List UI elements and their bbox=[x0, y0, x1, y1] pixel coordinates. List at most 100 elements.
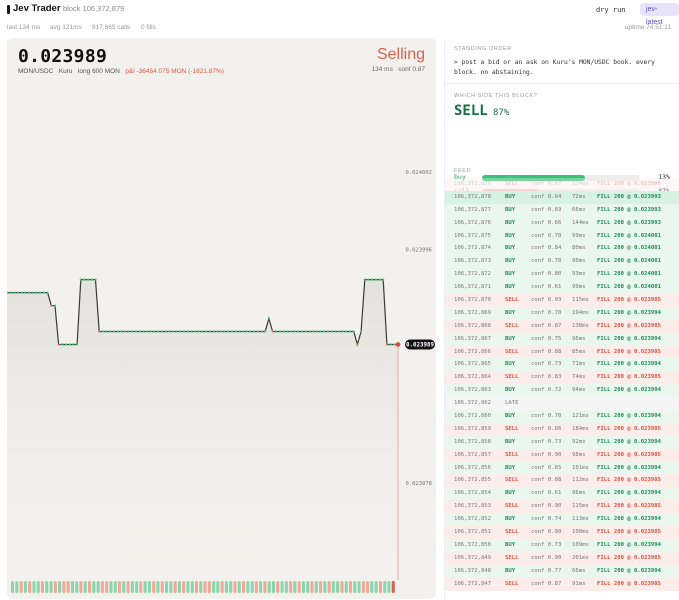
feed-side: BUY bbox=[505, 541, 516, 548]
feed-fill: FILL 200 @ 0.023994 bbox=[597, 387, 661, 394]
feed-row[interactable]: 106,372,862 LATE bbox=[445, 397, 679, 411]
feed-block: 106,372,851 bbox=[454, 529, 492, 536]
price-point bbox=[190, 330, 193, 333]
price-point bbox=[127, 330, 130, 333]
feed-row[interactable]: 106,372,859 SELL conf 0.86 184ms FILL 200 @ … bbox=[445, 422, 679, 436]
price-point bbox=[249, 330, 252, 333]
feed-fill: FILL 200 @ 0.023985 bbox=[597, 477, 661, 484]
price-point bbox=[197, 330, 200, 333]
feed-row[interactable]: 106,372,858 BUY conf 0.73 92ms FILL 200 @ 0.… bbox=[445, 435, 679, 449]
feed-row[interactable]: 106,372,864 SELL conf 0.83 74ms FILL 200 @ 0… bbox=[445, 371, 679, 385]
feed-row[interactable]: 106,372,879 SELL conf 0.87 134ms FILL 200 @ … bbox=[445, 178, 679, 191]
feed-side: SELL bbox=[505, 374, 519, 381]
price-point bbox=[157, 330, 160, 333]
feed-row[interactable]: 106,372,851 SELL conf 0.90 100ms FILL 200 @ … bbox=[445, 526, 679, 539]
tick-strip-bar bbox=[310, 581, 314, 593]
price-point bbox=[289, 330, 293, 333]
price-point bbox=[212, 330, 215, 333]
tick-strip-bar bbox=[271, 581, 275, 593]
feed-conf: conf 0.72 bbox=[531, 387, 562, 394]
feed-latency: 194ms bbox=[572, 309, 589, 316]
price-point bbox=[253, 330, 256, 333]
feed-row[interactable]: 106,372,867 BUY conf 0.75 96ms FILL 200 @ 0.… bbox=[445, 332, 679, 346]
feed-side: LATE bbox=[505, 400, 519, 407]
feed-conf: conf 0.73 bbox=[531, 438, 562, 445]
price-point bbox=[76, 343, 79, 346]
price-point bbox=[149, 330, 152, 333]
feed-fill: FILL 200 @ 0.023994 bbox=[597, 516, 661, 523]
feed-block: 106,372,848 bbox=[454, 567, 492, 574]
feed-row[interactable]: 106,372,856 BUY conf 0.65 101ms FILL 200 @ 0… bbox=[445, 461, 679, 475]
feed-row[interactable]: 106,372,857 SELL conf 0.90 98ms FILL 200 @ 0… bbox=[445, 448, 679, 462]
price-point bbox=[260, 330, 263, 333]
feed-row[interactable]: 106,372,877 BUY conf 0.69 66ms FILL 200 @ 0.… bbox=[445, 203, 679, 217]
tick-strip-bar bbox=[113, 581, 117, 593]
price-point bbox=[282, 330, 285, 333]
tick-strip-bar bbox=[220, 581, 224, 593]
feed-row[interactable]: 106,372,848 BUY conf 0.77 66ms FILL 200 @ 0.… bbox=[445, 564, 679, 578]
app-title: Jev Trader bbox=[13, 3, 61, 14]
tick-strip-bar bbox=[387, 581, 391, 593]
feed-fill: FILL 200 @ 0.023985 bbox=[597, 374, 661, 381]
profile-badge-button[interactable]: jev-latest bbox=[640, 3, 679, 26]
feed-row[interactable]: 106,372,854 BUY conf 0.61 96ms FILL 200 @ 0.… bbox=[445, 487, 679, 501]
feed-block: 106,372,870 bbox=[454, 297, 492, 304]
feed-row[interactable]: 106,372,866 SELL conf 0.88 85ms FILL 200 @ 0… bbox=[445, 345, 679, 359]
feed-row[interactable]: 106,372,876 BUY conf 0.66 144ms FILL 200 @ 0… bbox=[445, 216, 679, 230]
feed-row[interactable]: 106,372,849 SELL conf 0.90 201ms FILL 200 @ … bbox=[445, 551, 679, 565]
feed-row[interactable]: 106,372,868 SELL conf 0.87 138ms FILL 200 @ … bbox=[445, 319, 679, 333]
price-point bbox=[35, 291, 38, 294]
feed-row[interactable]: 106,372,850 BUY conf 0.73 109ms FILL 200 @ 0… bbox=[445, 538, 679, 552]
price-point bbox=[286, 330, 289, 333]
tick-strip-bar bbox=[122, 581, 126, 593]
tick-strip-bar bbox=[109, 581, 113, 593]
feed-row[interactable]: 106,372,874 BUY conf 0.84 80ms FILL 200 @ 0.… bbox=[445, 242, 679, 256]
feed-row[interactable]: 106,372,865 BUY conf 0.73 71ms FILL 200 @ 0.… bbox=[445, 358, 679, 372]
feed-conf: conf 0.70 bbox=[531, 309, 562, 316]
price-point bbox=[278, 330, 282, 333]
feed-row[interactable]: 106,372,853 SELL conf 0.90 115ms FILL 200 @ … bbox=[445, 500, 679, 514]
dry-run-button[interactable]: dry run bbox=[590, 4, 632, 17]
feed-row[interactable]: 106,372,860 BUY conf 0.70 121ms FILL 200 @ 0… bbox=[445, 410, 679, 423]
price-point bbox=[72, 343, 75, 346]
price-point bbox=[83, 278, 86, 281]
feed-latency: 92ms bbox=[572, 438, 586, 445]
price-point bbox=[68, 343, 71, 346]
tick-strip-bar bbox=[280, 581, 284, 593]
tick-strip-bar bbox=[169, 581, 173, 593]
right-panel: STANDING ORDER > post a bid or an ask on… bbox=[444, 40, 679, 600]
price-point bbox=[234, 330, 237, 333]
y-tick-label: 0.023978 bbox=[406, 481, 433, 487]
feed-conf: conf 0.75 bbox=[531, 335, 562, 342]
feed-block: 106,372,878 bbox=[454, 193, 492, 200]
feed-row[interactable]: 106,372,871 BUY conf 0.61 99ms FILL 200 @ 0.… bbox=[445, 281, 679, 295]
feed-latency: 80ms bbox=[572, 245, 586, 252]
feed-block: 106,372,862 bbox=[454, 400, 492, 407]
feed-row[interactable]: 106,372,869 BUY conf 0.70 194ms FILL 200 @ 0… bbox=[445, 306, 679, 320]
feed-row[interactable]: 106,372,870 SELL conf 0.93 115ms FILL 200 @ … bbox=[445, 294, 679, 307]
current-price: 0.023989 bbox=[18, 46, 108, 67]
y-tick-label: 0.023996 bbox=[406, 248, 433, 254]
feed-row[interactable]: 106,372,863 BUY conf 0.72 94ms FILL 200 @ 0.… bbox=[445, 384, 679, 398]
price-point bbox=[101, 330, 104, 333]
feed-row[interactable]: 106,372,873 BUY conf 0.78 90ms FILL 200 @ 0.… bbox=[445, 255, 679, 269]
feed-row[interactable]: 106,372,878 BUY conf 0.64 72ms FILL 200 @ 0.… bbox=[445, 190, 679, 204]
price-point bbox=[28, 291, 31, 294]
feed-conf: conf 0.87 bbox=[531, 322, 562, 329]
price-chart: 0.024002 0.023996 0.023978 0.023989 bbox=[7, 170, 435, 593]
feed-fill: FILL 200 @ 0.023985 bbox=[597, 580, 661, 587]
feed-row[interactable]: 106,372,875 BUY conf 0.78 99ms FILL 200 @ 0.… bbox=[445, 229, 679, 243]
side-heading: WHICH SIDE THIS BLOCK? bbox=[454, 93, 538, 99]
feed-list[interactable]: 106,372,879 SELL conf 0.87 134ms FILL 200 @ … bbox=[445, 178, 679, 591]
feed-row[interactable]: 106,372,847 SELL conf 0.87 91ms FILL 200 @ 0… bbox=[445, 577, 679, 591]
feed-side: BUY bbox=[505, 567, 516, 574]
tick-strip-bar bbox=[374, 581, 378, 593]
price-point bbox=[315, 330, 318, 333]
feed-row[interactable]: 106,372,855 SELL conf 0.88 112ms FILL 200 @ … bbox=[445, 474, 679, 488]
feed-conf: conf 0.61 bbox=[531, 490, 562, 497]
feed-row[interactable]: 106,372,852 BUY conf 0.74 113ms FILL 200 @ 0… bbox=[445, 513, 679, 527]
feed-row[interactable]: 106,372,872 BUY conf 0.80 93ms FILL 200 @ 0.… bbox=[445, 268, 679, 282]
price-point bbox=[301, 330, 304, 333]
standing-order-section: STANDING ORDER > post a bid or an ask on… bbox=[445, 40, 679, 84]
price-point bbox=[79, 278, 82, 281]
